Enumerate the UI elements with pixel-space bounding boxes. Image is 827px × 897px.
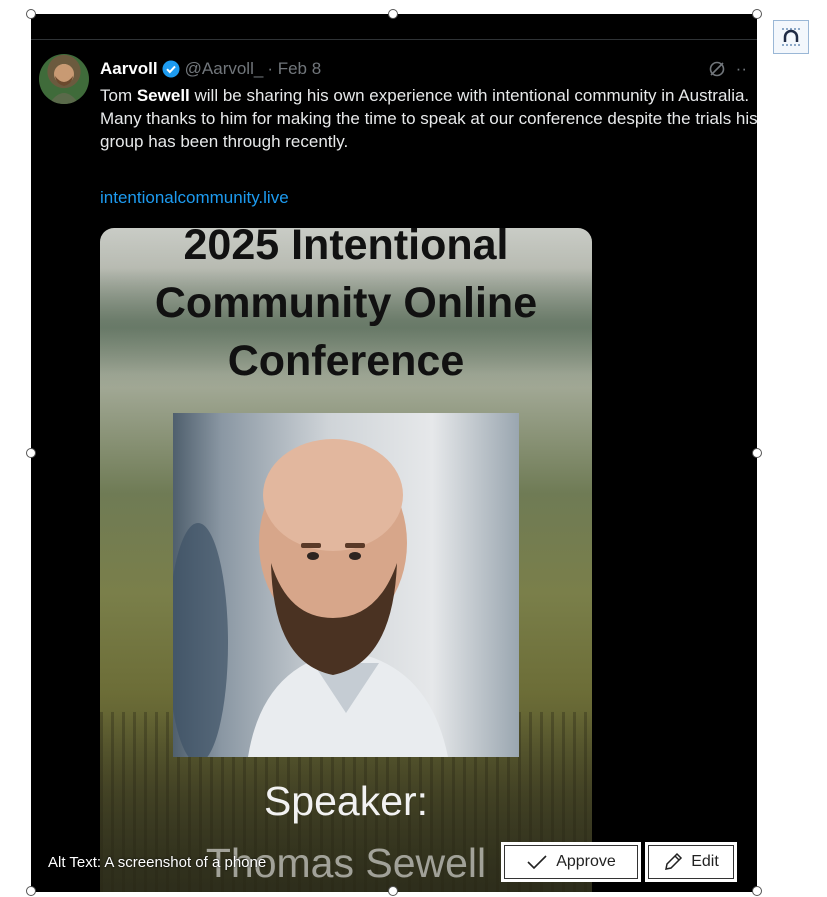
edit-button[interactable]: Edit <box>645 842 737 882</box>
verified-badge-icon <box>162 60 180 78</box>
avatar-photo <box>49 64 79 104</box>
selected-image[interactable]: Aarvoll @Aarvoll_ · Feb 8 ·· Tom Sewell … <box>31 14 757 892</box>
resize-handle-top-left[interactable] <box>26 9 36 19</box>
resize-handle-top-right[interactable] <box>752 9 762 19</box>
speaker-portrait-illustration <box>173 439 448 757</box>
tweet-date[interactable]: · Feb 8 <box>267 59 321 79</box>
tweet-author[interactable]: Aarvoll <box>100 59 158 79</box>
resize-handle-bottom-right[interactable] <box>752 886 762 896</box>
tweet-link[interactable]: intentionalcommunity.live <box>100 188 289 208</box>
alt-text-label: Alt Text: A screenshot of a phone <box>48 854 267 871</box>
resize-handle-bottom-center[interactable] <box>388 886 398 896</box>
poster-title-line2: Community Online <box>154 279 538 327</box>
checkmark-icon <box>527 855 547 870</box>
poster-title: 2025 Intentional Community Online Confer… <box>100 228 592 390</box>
tweet-text-pre: Tom <box>100 86 137 105</box>
tweet-text-post: will be sharing his own experience with … <box>100 86 757 151</box>
pencil-icon <box>665 852 683 870</box>
edit-button-label: Edit <box>691 853 719 870</box>
conference-poster[interactable]: 2025 Intentional Community Online Confer… <box>100 228 592 892</box>
resize-handle-middle-left[interactable] <box>26 448 36 458</box>
speaker-photo <box>173 413 519 757</box>
poster-title-line1: 2025 Intentional <box>183 228 509 269</box>
layout-options-icon <box>782 28 800 46</box>
alt-text-bar: Alt Text: A screenshot of a phone Approv… <box>31 842 757 884</box>
tweet-header: Aarvoll @Aarvoll_ · Feb 8 ·· <box>100 58 747 80</box>
tweet-body: Tom Sewell will be sharing his own exper… <box>100 84 757 153</box>
more-icon[interactable]: ·· <box>736 59 747 79</box>
resize-handle-top-center[interactable] <box>388 9 398 19</box>
tweet-text-highlight: Sewell <box>136 86 190 105</box>
poster-title-line3: Conference <box>227 337 465 385</box>
grok-icon[interactable] <box>708 60 726 78</box>
approve-button-label: Approve <box>556 853 616 870</box>
speaker-label: Speaker: <box>263 778 429 824</box>
resize-handle-middle-right[interactable] <box>752 448 762 458</box>
tweet-handle[interactable]: @Aarvoll_ <box>185 59 264 79</box>
approve-button[interactable]: Approve <box>501 842 641 882</box>
resize-handle-bottom-left[interactable] <box>26 886 36 896</box>
avatar[interactable] <box>39 54 89 104</box>
layout-options-button[interactable] <box>773 20 809 54</box>
